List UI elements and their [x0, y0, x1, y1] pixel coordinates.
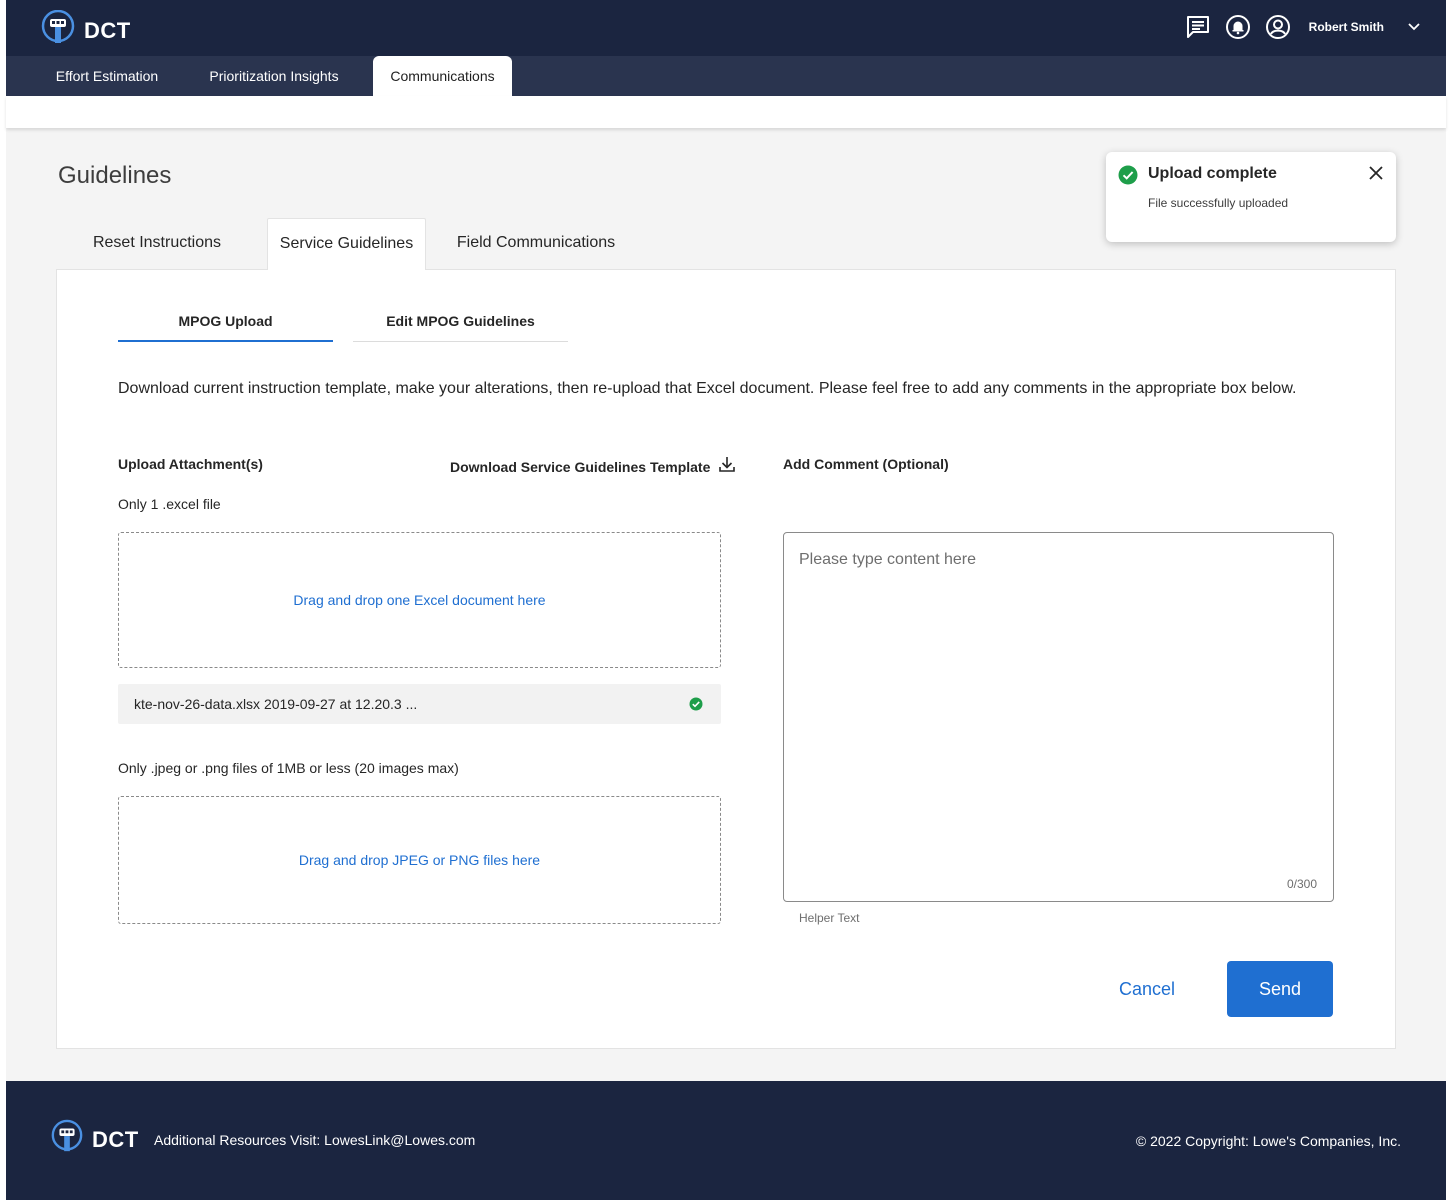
image-dropzone-label: Drag and drop JPEG or PNG files here [298, 852, 541, 868]
subtab-edit-mpog-guidelines[interactable]: Edit MPOG Guidelines [353, 300, 568, 342]
dct-logo-icon [40, 9, 76, 51]
tab-service-guidelines[interactable]: Service Guidelines [267, 218, 426, 270]
close-icon[interactable] [1368, 165, 1384, 181]
sub-header-bar [6, 96, 1446, 128]
tab-field-communications[interactable]: Field Communications [441, 218, 631, 270]
top-header: DCT Robert Smith [6, 0, 1446, 56]
header-actions: Robert Smith [1185, 14, 1420, 40]
nav-tab-communications[interactable]: Communications [373, 56, 512, 96]
download-template-label: Download Service Guidelines Template [450, 458, 711, 475]
dct-logo-icon [50, 1119, 84, 1160]
toast-message: File successfully uploaded [1148, 196, 1289, 210]
subtab-mpog-upload[interactable]: MPOG Upload [118, 300, 333, 342]
upload-toast: Upload complete File successfully upload… [1106, 152, 1396, 242]
bell-icon[interactable] [1225, 14, 1251, 40]
excel-file-note: Only 1 .excel file [118, 496, 221, 512]
excel-dropzone[interactable]: Drag and drop one Excel document here [118, 532, 721, 668]
toast-title: Upload complete [1148, 165, 1277, 182]
tab-reset-instructions[interactable]: Reset Instructions [76, 218, 238, 270]
check-circle-icon [689, 697, 703, 716]
download-template-button[interactable]: Download Service Guidelines Template [450, 455, 736, 478]
download-icon [718, 455, 736, 478]
comment-textarea[interactable] [784, 533, 1333, 901]
footer-resources-link[interactable]: Additional Resources Visit: LowesLink@Lo… [154, 1132, 475, 1148]
send-button[interactable]: Send [1227, 961, 1333, 1017]
image-file-note: Only .jpeg or .png files of 1MB or less … [118, 760, 459, 776]
footer: DCT Additional Resources Visit: LowesLin… [6, 1081, 1446, 1200]
success-check-icon [1118, 165, 1138, 190]
excel-dropzone-label: Drag and drop one Excel document here [293, 592, 546, 608]
upload-title: Upload Attachment(s) [118, 456, 263, 472]
nav-tab-prioritization-insights[interactable]: Prioritization Insights [192, 56, 356, 96]
helper-text: Helper Text [799, 911, 860, 925]
footer-logo[interactable]: DCT [50, 1119, 139, 1160]
uploaded-file-row: kte-nov-26-data.xlsx 2019-09-27 at 12.20… [118, 684, 721, 724]
comment-title: Add Comment (Optional) [783, 456, 949, 472]
chat-icon[interactable] [1185, 14, 1211, 40]
account-icon[interactable] [1265, 14, 1291, 40]
uploaded-file-name: kte-nov-26-data.xlsx 2019-09-27 at 12.20… [134, 696, 418, 712]
footer-app-name: DCT [92, 1126, 139, 1152]
instructions-text: Download current instruction template, m… [118, 380, 1297, 397]
footer-copyright: © 2022 Copyright: Lowe's Companies, Inc. [1135, 1133, 1401, 1149]
page-title: Guidelines [58, 162, 172, 189]
cancel-button[interactable]: Cancel [1096, 962, 1198, 1016]
comment-field: 0/300 [783, 532, 1334, 902]
app-name: DCT [84, 17, 131, 43]
nav-tab-effort-estimation[interactable]: Effort Estimation [40, 56, 174, 96]
main-nav: Effort Estimation Prioritization Insight… [6, 56, 1446, 96]
app-logo[interactable]: DCT [40, 9, 131, 51]
chevron-down-icon[interactable] [1408, 18, 1420, 36]
image-dropzone[interactable]: Drag and drop JPEG or PNG files here [118, 796, 721, 924]
character-counter: 0/300 [1286, 877, 1317, 891]
app-frame: DCT Robert Smith Effort Estimation Prior… [6, 0, 1446, 1200]
user-name[interactable]: Robert Smith [1309, 20, 1384, 34]
